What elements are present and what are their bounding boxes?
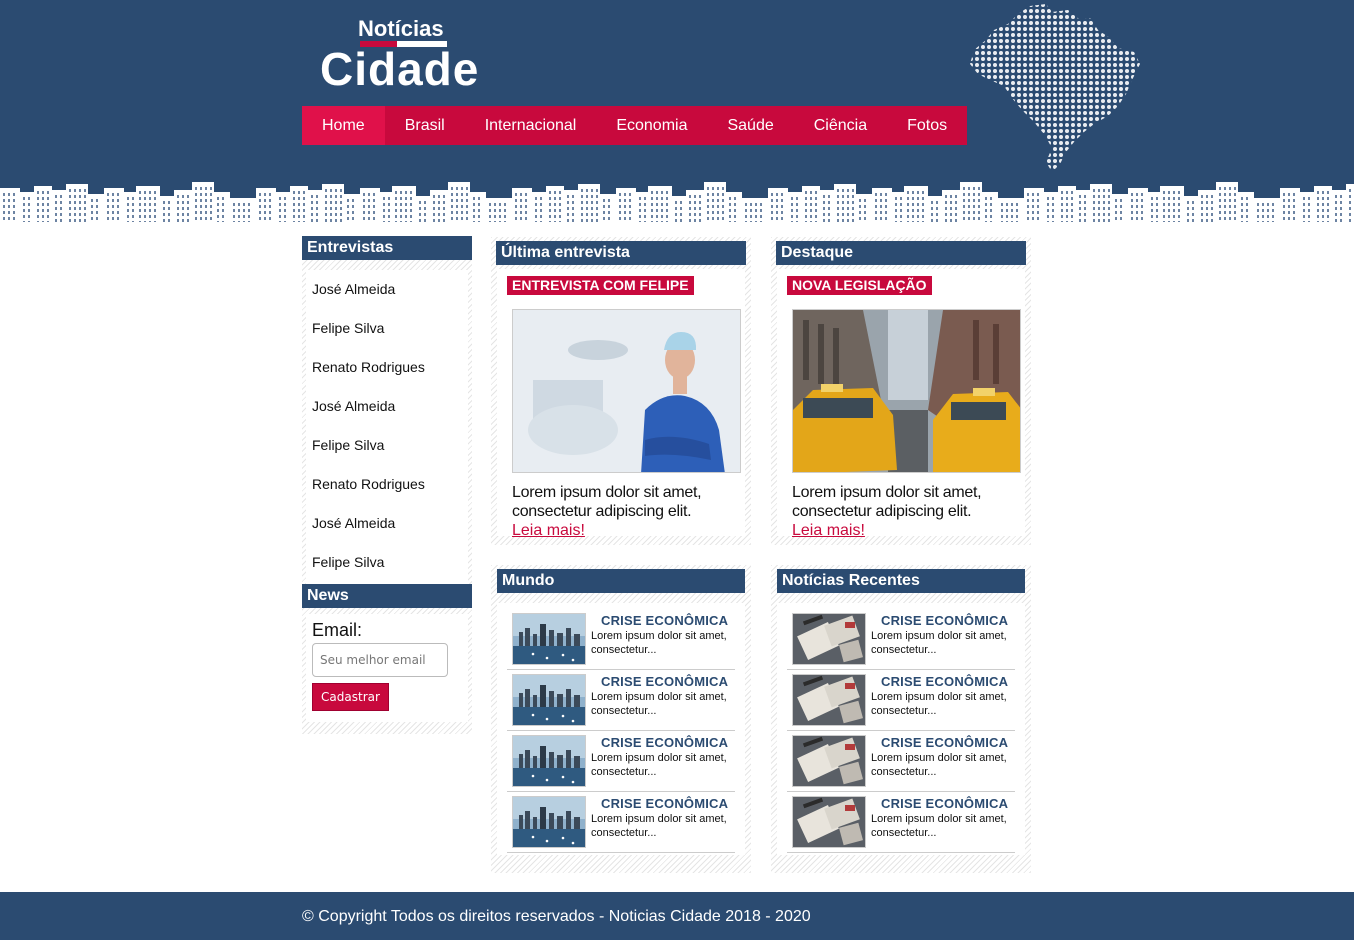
world-title: Mundo — [497, 569, 745, 593]
interviews-title: Entrevistas — [302, 236, 472, 260]
news-item-desc: Lorem ipsum dolor sit amet, consectetur.… — [871, 630, 1007, 656]
interview-link[interactable]: José Almeida — [312, 504, 468, 543]
news-item-text: CRISE ECONÔMICA Lorem ipsum dolor sit ame… — [871, 674, 1011, 730]
news-item-title[interactable]: CRISE ECONÔMICA — [601, 613, 731, 628]
copyright-text: © Copyright Todos os direitos reservados… — [302, 908, 811, 925]
page: Notícias Cidade Home Brasil Internacional E… — [0, 0, 1354, 940]
nav-item-5[interactable]: Saúde — [707, 106, 793, 145]
recent-news-list: CRISE ECONÔMICA Lorem ipsum dolor sit ame… — [777, 603, 1025, 855]
interview-read-more-link[interactable]: Leia mais! — [512, 521, 735, 540]
highlight-tag[interactable]: NOVA LEGISLAÇÃO — [787, 276, 932, 295]
news-item-desc: Lorem ipsum dolor sit amet, consectetur.… — [871, 691, 1007, 717]
nav-item-6[interactable]: Ciência — [794, 106, 887, 145]
city-taxi-photo[interactable] — [792, 309, 1021, 473]
news-item-desc: Lorem ipsum dolor sit amet, consectetur.… — [591, 752, 727, 778]
news-thumbnail[interactable] — [792, 796, 866, 848]
news-thumbnail[interactable] — [512, 735, 586, 787]
news-item-desc: Lorem ipsum dolor sit amet, consectetur.… — [871, 752, 1007, 778]
news-list-item[interactable]: CRISE ECONÔMICA Lorem ipsum dolor sit ame… — [507, 792, 735, 853]
brazil-map-icon — [970, 4, 1140, 172]
interview-link[interactable]: Renato Rodrigues — [312, 348, 468, 387]
interview-tag[interactable]: ENTREVISTA COM FELIPE — [507, 276, 694, 295]
news-list-item[interactable]: CRISE ECONÔMICA Lorem ipsum dolor sit ame… — [787, 670, 1015, 731]
news-list-item[interactable]: CRISE ECONÔMICA Lorem ipsum dolor sit ame… — [787, 731, 1015, 792]
news-item-title[interactable]: CRISE ECONÔMICA — [601, 796, 731, 811]
news-item-title[interactable]: CRISE ECONÔMICA — [881, 613, 1011, 628]
news-item-text: CRISE ECONÔMICA Lorem ipsum dolor sit ame… — [871, 735, 1011, 791]
news-item-text: CRISE ECONÔMICA Lorem ipsum dolor sit ame… — [871, 796, 1011, 852]
news-thumbnail[interactable] — [512, 796, 586, 848]
newsletter-form: Email: Seu melhor email Cadastrar — [306, 614, 468, 722]
news-thumbnail[interactable] — [512, 613, 586, 665]
news-item-desc: Lorem ipsum dolor sit amet, consectetur.… — [871, 813, 1007, 839]
news-item-desc: Lorem ipsum dolor sit amet, consectetur.… — [591, 630, 727, 656]
sidebar: Entrevistas José Almeida Felipe Silva Rena… — [302, 236, 472, 734]
news-item-desc: Lorem ipsum dolor sit amet, consectetur.… — [591, 813, 727, 839]
logo-main-text: Cidade — [320, 43, 480, 95]
world-list: CRISE ECONÔMICA Lorem ipsum dolor sit ame… — [497, 603, 745, 855]
nav-item-1[interactable]: Home — [302, 106, 385, 145]
site-header: Notícias Cidade Home Brasil Internacional E… — [0, 0, 1354, 230]
news-list-item[interactable]: CRISE ECONÔMICA Lorem ipsum dolor sit ame… — [507, 670, 735, 731]
news-item-title[interactable]: CRISE ECONÔMICA — [881, 674, 1011, 689]
interview-link[interactable]: Renato Rodrigues — [312, 465, 468, 504]
news-item-text: CRISE ECONÔMICA Lorem ipsum dolor sit ame… — [591, 796, 731, 852]
nav-item-3[interactable]: Internacional — [465, 106, 597, 145]
site-footer: © Copyright Todos os direitos reservados… — [0, 892, 1354, 940]
interview-summary: Lorem ipsum dolor sit amet, consectetur … — [512, 484, 702, 520]
interview-link[interactable]: José Almeida — [312, 387, 468, 426]
news-list-item[interactable]: CRISE ECONÔMICA Lorem ipsum dolor sit ame… — [787, 609, 1015, 670]
news-item-title[interactable]: CRISE ECONÔMICA — [601, 735, 731, 750]
news-thumbnail[interactable] — [792, 613, 866, 665]
nav-item-4[interactable]: Economia — [596, 106, 707, 145]
highlight-card: Destaque NOVA LEGISLAÇÃO Lorem ipsum dol… — [771, 237, 1031, 545]
highlight-read-more-link[interactable]: Leia mais! — [792, 521, 1015, 540]
news-item-title[interactable]: CRISE ECONÔMICA — [601, 674, 731, 689]
email-label: Email: — [312, 620, 363, 640]
news-item-text: CRISE ECONÔMICA Lorem ipsum dolor sit ame… — [591, 674, 731, 730]
latest-interview-card: Última entrevista ENTREVISTA COM FELIPE … — [491, 237, 751, 545]
interview-link[interactable]: Felipe Silva — [312, 309, 468, 348]
news-list-item[interactable]: CRISE ECONÔMICA Lorem ipsum dolor sit ame… — [507, 731, 735, 792]
news-item-title[interactable]: CRISE ECONÔMICA — [881, 796, 1011, 811]
subscribe-button[interactable]: Cadastrar — [312, 683, 389, 711]
news-list-item[interactable]: CRISE ECONÔMICA Lorem ipsum dolor sit ame… — [787, 792, 1015, 853]
city-skyline-decoration — [0, 182, 1354, 230]
news-item-text: CRISE ECONÔMICA Lorem ipsum dolor sit ame… — [591, 735, 731, 791]
interview-link[interactable]: Felipe Silva — [312, 543, 468, 582]
recent-news-section: Notícias Recentes CRISE ECONÔMICA Lorem i… — [771, 565, 1031, 873]
recent-news-title: Notícias Recentes — [777, 569, 1025, 593]
news-item-desc: Lorem ipsum dolor sit amet, consectetur.… — [591, 691, 727, 717]
interview-link[interactable]: José Almeida — [312, 270, 468, 309]
news-thumbnail[interactable] — [792, 735, 866, 787]
interviews-list: José Almeida Felipe Silva Renato Rodrigues… — [306, 270, 468, 584]
news-thumbnail[interactable] — [512, 674, 586, 726]
logo-top-text: Notícias — [358, 16, 444, 41]
world-section: Mundo CRISE ECONÔMICA Lorem ipsum dolor s… — [491, 565, 751, 873]
news-title: News — [302, 584, 472, 608]
doctor-photo[interactable] — [512, 309, 741, 473]
news-item-text: CRISE ECONÔMICA Lorem ipsum dolor sit ame… — [591, 613, 731, 669]
news-item-text: CRISE ECONÔMICA Lorem ipsum dolor sit ame… — [871, 613, 1011, 669]
nav-item-7[interactable]: Fotos — [887, 106, 967, 145]
highlight-title: Destaque — [776, 241, 1026, 265]
email-field[interactable]: Seu melhor email — [312, 643, 448, 677]
news-thumbnail[interactable] — [792, 674, 866, 726]
news-item-title[interactable]: CRISE ECONÔMICA — [881, 735, 1011, 750]
site-logo[interactable]: Notícias Cidade — [320, 16, 490, 96]
main-nav: Home Brasil Internacional Economia Saúde Ciên… — [302, 106, 967, 145]
highlight-summary: Lorem ipsum dolor sit amet, consectetur … — [792, 484, 982, 520]
news-list-item[interactable]: CRISE ECONÔMICA Lorem ipsum dolor sit ame… — [507, 609, 735, 670]
interview-link[interactable]: Felipe Silva — [312, 426, 468, 465]
latest-interview-title: Última entrevista — [496, 241, 746, 265]
nav-item-2[interactable]: Brasil — [385, 106, 465, 145]
